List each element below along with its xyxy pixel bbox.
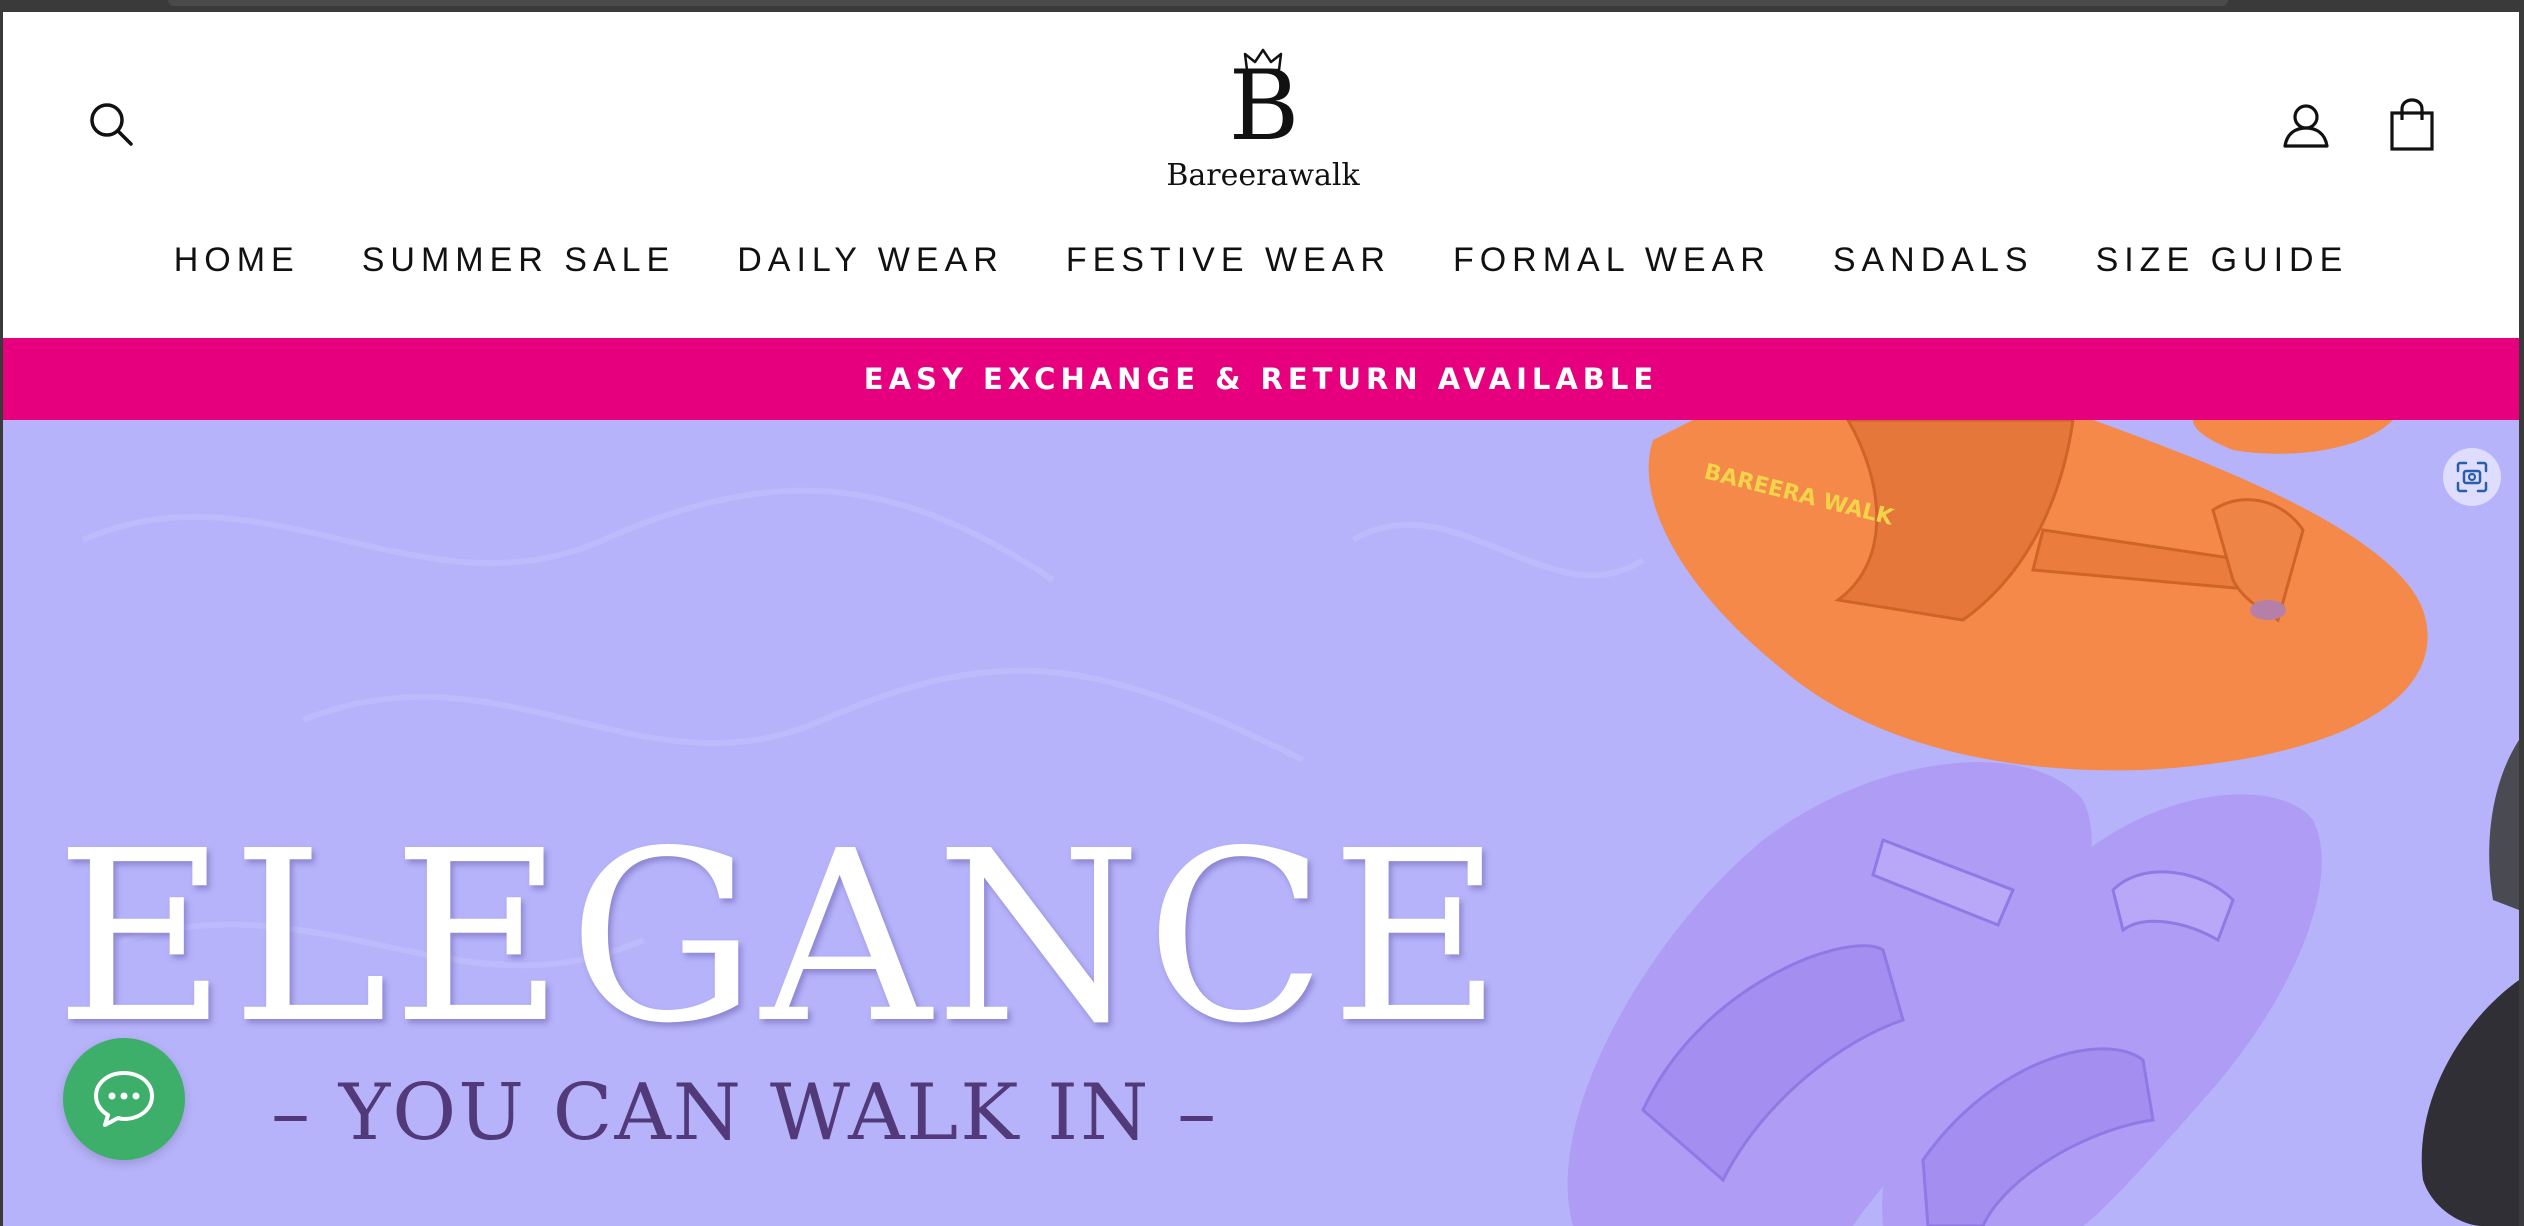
web-page: B Bareerawalk HOME SUMMER SALE DAILY WEA… <box>3 12 2519 1226</box>
account-icon[interactable] <box>2281 100 2331 150</box>
nav-item-sandals[interactable]: SANDALS <box>1833 230 2034 290</box>
nav-item-home[interactable]: HOME <box>174 230 300 290</box>
crown-icon <box>1243 48 1283 72</box>
hero-tagline: – YOU CAN WALK IN – <box>271 1068 1219 1158</box>
screen-capture-icon[interactable] <box>2443 448 2501 506</box>
hero-headline: ELEGANCE <box>55 800 1507 1075</box>
nav-item-daily-wear[interactable]: DAILY WEAR <box>737 230 1004 290</box>
brand-name: Bareerawalk <box>1166 158 1360 193</box>
nav-item-summer-sale[interactable]: SUMMER SALE <box>362 230 676 290</box>
nav-item-size-guide[interactable]: SIZE GUIDE <box>2096 230 2349 290</box>
nav-item-festive-wear[interactable]: FESTIVE WEAR <box>1066 230 1391 290</box>
brand-logo[interactable]: B Bareerawalk <box>1163 42 1363 202</box>
nav-item-formal-wear[interactable]: FORMAL WEAR <box>1453 230 1771 290</box>
main-navigation: HOME SUMMER SALE DAILY WEAR FESTIVE WEAR… <box>3 230 2519 290</box>
announcement-text: EASY EXCHANGE & RETURN AVAILABLE <box>863 362 1659 396</box>
shopping-bag-icon[interactable] <box>2387 98 2437 152</box>
browser-top-bar <box>0 0 2524 12</box>
brand-monogram: B <box>1228 50 1300 162</box>
announcement-bar: EASY EXCHANGE & RETURN AVAILABLE <box>3 338 2519 420</box>
search-icon[interactable] <box>87 100 135 148</box>
browser-address-bar-edge <box>168 0 2228 6</box>
chat-bubble-icon <box>94 1071 154 1127</box>
chat-button[interactable] <box>63 1038 185 1160</box>
site-header: B Bareerawalk HOME SUMMER SALE DAILY WEA… <box>3 12 2519 338</box>
